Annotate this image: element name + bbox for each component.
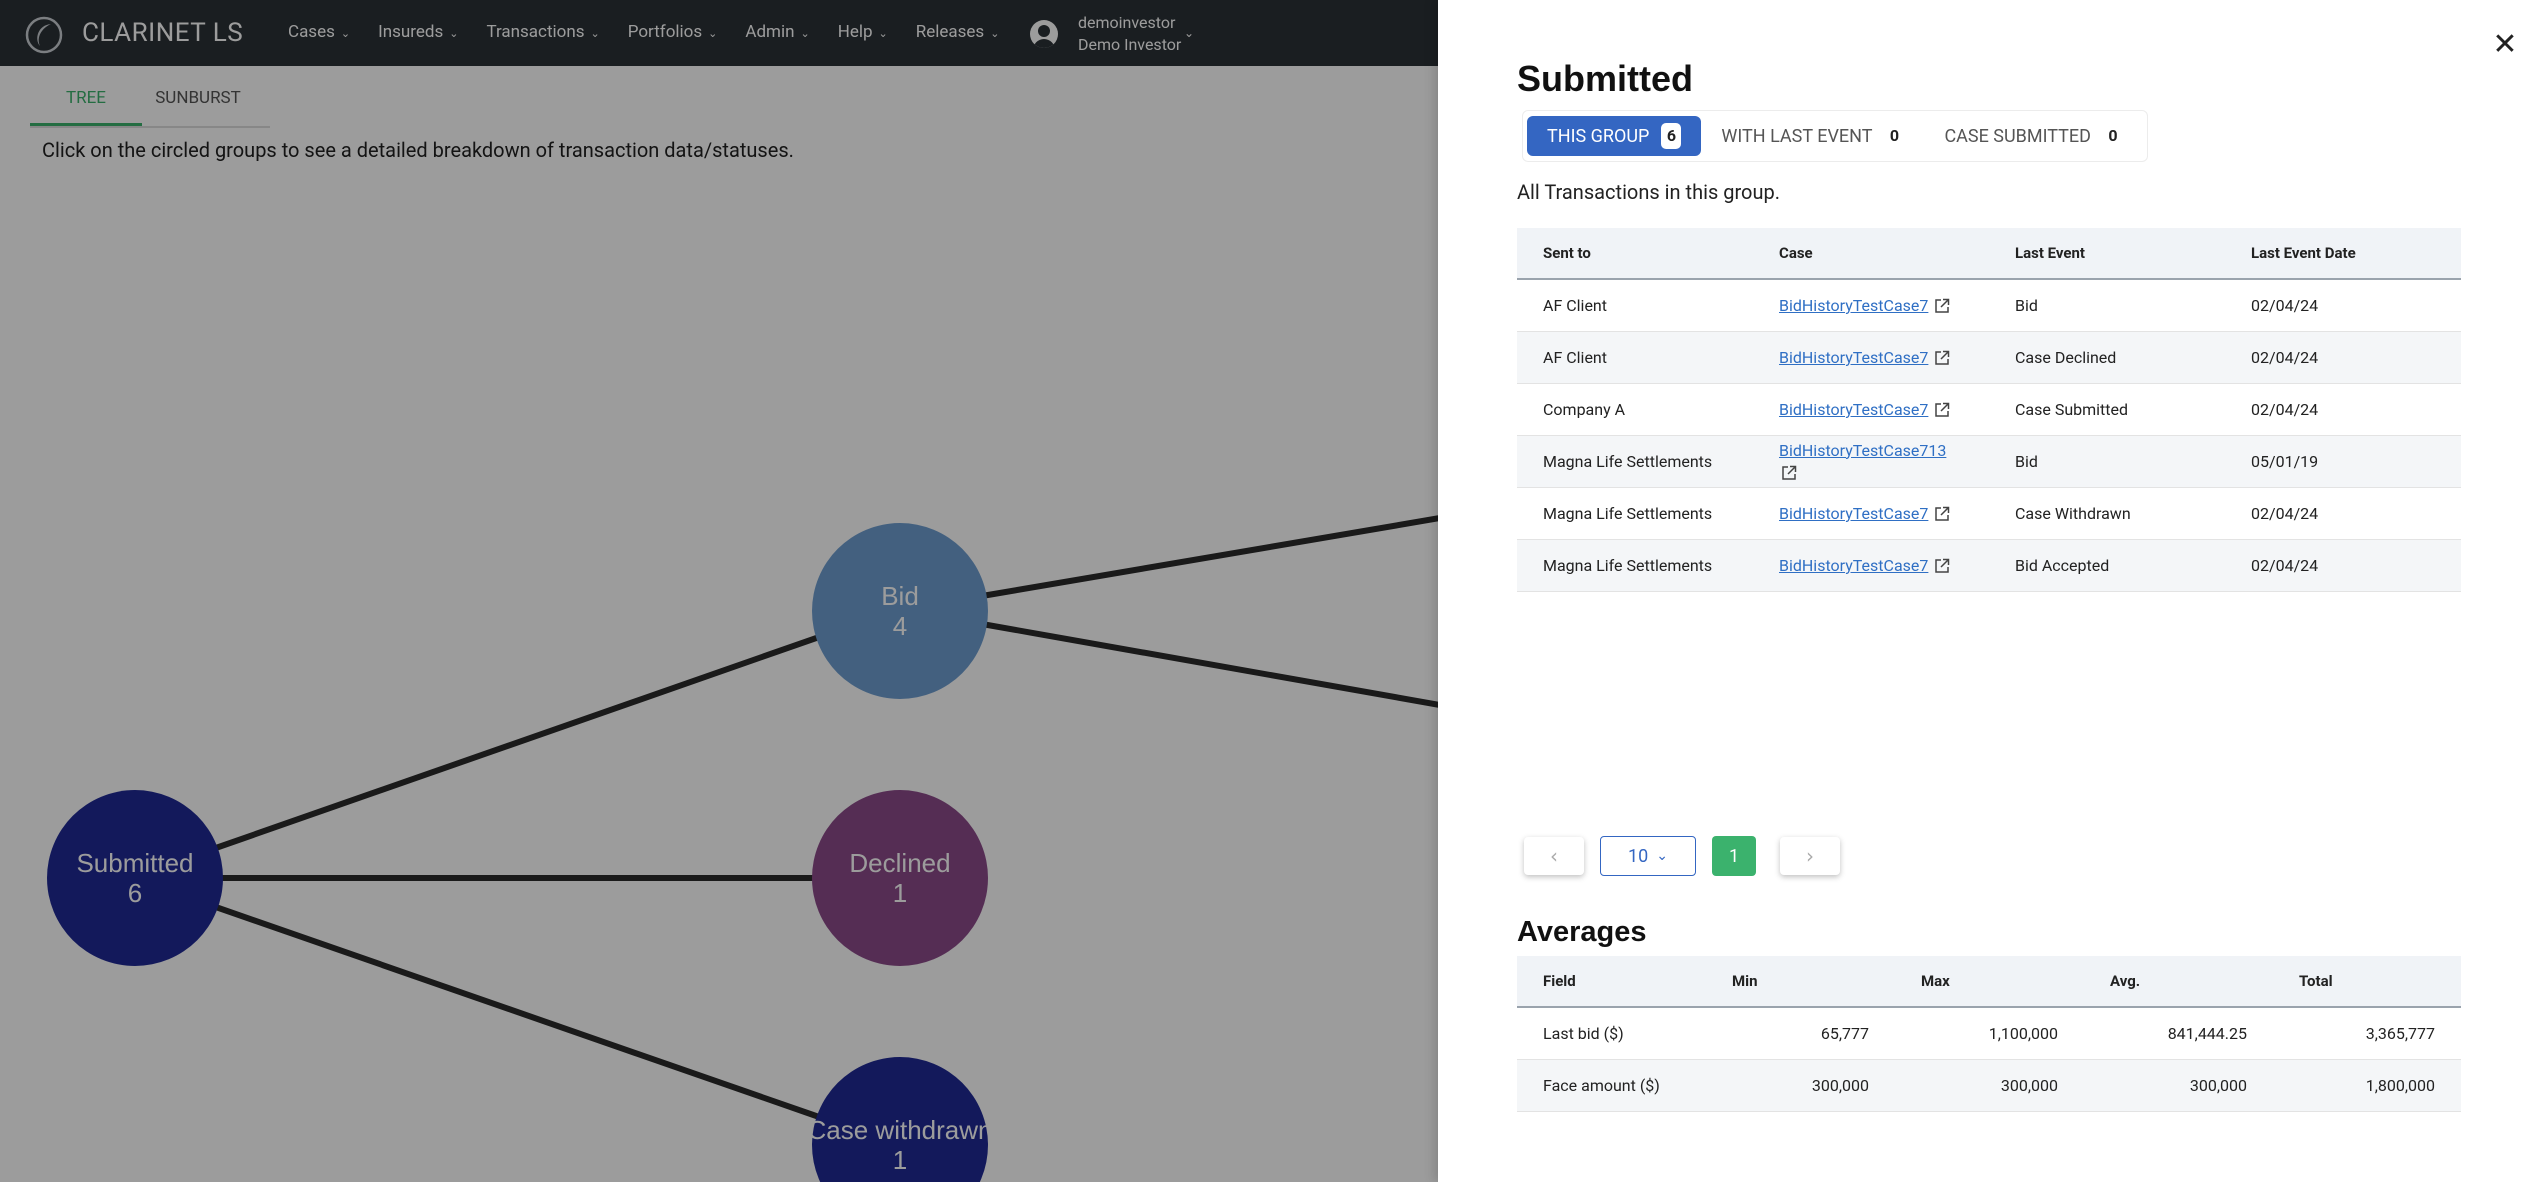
case-cell: BidHistoryTestCase7	[1753, 279, 1989, 332]
column-header[interactable]: Last Event	[1989, 228, 2225, 280]
sent-to-cell: Magna Life Settlements	[1517, 539, 1753, 592]
external-link-icon[interactable]	[1934, 558, 1950, 574]
table-row: Magna Life Settlements BidHistoryTestCas…	[1517, 435, 2461, 488]
last-event-cell: Case Submitted	[1989, 383, 2225, 436]
tab-label: WITH LAST EVENT	[1721, 125, 1873, 147]
date-cell: 05/01/19	[2225, 435, 2461, 488]
external-link-icon[interactable]	[1934, 506, 1950, 522]
case-link[interactable]: BidHistoryTestCase7	[1779, 348, 1928, 367]
table-description: All Transactions in this group.	[1517, 180, 1780, 204]
column-header: Total	[2273, 956, 2461, 1008]
column-header: Field	[1517, 956, 1706, 1008]
total-cell: 1,800,000	[2273, 1059, 2461, 1112]
group-filter-tabs: THIS GROUP 6 WITH LAST EVENT 0 CASE SUBMIT…	[1522, 110, 2148, 162]
count-badge: 6	[1661, 123, 1682, 149]
table-row: Magna Life Settlements BidHistoryTestCas…	[1517, 539, 2461, 592]
min-cell: 65,777	[1706, 1007, 1895, 1060]
table-row: AF Client BidHistoryTestCase7 Bid 02/04/…	[1517, 279, 2461, 332]
date-cell: 02/04/24	[2225, 331, 2461, 384]
case-link[interactable]: BidHistoryTestCase7	[1779, 556, 1928, 575]
case-cell: BidHistoryTestCase7	[1753, 331, 1989, 384]
chevron-left-icon: ‹	[1550, 844, 1558, 868]
averages-title: Averages	[1517, 916, 1647, 948]
tab-label: THIS GROUP	[1547, 125, 1650, 147]
case-link[interactable]: BidHistoryTestCase7	[1779, 400, 1928, 419]
prev-page-button[interactable]: ‹	[1524, 837, 1584, 875]
last-event-cell: Bid	[1989, 435, 2225, 488]
date-cell: 02/04/24	[2225, 383, 2461, 436]
count-badge: 0	[1884, 123, 1905, 149]
tab-case-submitted[interactable]: CASE SUBMITTED 0	[1924, 116, 2142, 156]
table-row: AF Client BidHistoryTestCase7 Case Decli…	[1517, 331, 2461, 384]
sent-to-cell: Magna Life Settlements	[1517, 487, 1753, 540]
tab-this-group[interactable]: THIS GROUP 6	[1527, 116, 1702, 156]
transactions-table: Sent to Case Last Event Last Event Date …	[1517, 228, 2461, 592]
case-link[interactable]: BidHistoryTestCase7	[1779, 504, 1928, 523]
date-cell: 02/04/24	[2225, 279, 2461, 332]
external-link-icon[interactable]	[1934, 350, 1950, 366]
table-row: Company A BidHistoryTestCase7 Case Submi…	[1517, 383, 2461, 436]
tab-with-last-event[interactable]: WITH LAST EVENT 0	[1701, 116, 1924, 156]
external-link-icon[interactable]	[1934, 298, 1950, 314]
external-link-icon[interactable]	[1934, 402, 1950, 418]
case-link[interactable]: BidHistoryTestCase7	[1779, 296, 1928, 315]
close-icon[interactable]: ✕	[2490, 30, 2520, 60]
case-link[interactable]: BidHistoryTestCase713	[1779, 441, 1946, 460]
column-header[interactable]: Sent to	[1517, 228, 1753, 280]
field-cell: Face amount ($)	[1517, 1059, 1706, 1112]
tab-label: CASE SUBMITTED	[1944, 125, 2091, 147]
chevron-down-icon: ⌄	[1656, 848, 1668, 864]
table-header-row: Field Min Max Avg. Total	[1517, 956, 2461, 1008]
avg-cell: 841,444.25	[2084, 1007, 2273, 1060]
last-event-cell: Bid	[1989, 279, 2225, 332]
min-cell: 300,000	[1706, 1059, 1895, 1112]
column-header[interactable]: Last Event Date	[2225, 228, 2461, 280]
last-event-cell: Case Withdrawn	[1989, 487, 2225, 540]
sent-to-cell: AF Client	[1517, 279, 1753, 332]
pagination: ‹ 10 ⌄ 1 ›	[1524, 836, 1840, 876]
drawer-title: Submitted	[1517, 58, 1693, 99]
page-number-button[interactable]: 1	[1712, 836, 1756, 876]
table-row: Magna Life Settlements BidHistoryTestCas…	[1517, 487, 2461, 540]
details-drawer: ✕ Submitted THIS GROUP 6 WITH LAST EVENT 0…	[1438, 0, 2528, 1182]
sent-to-cell: Company A	[1517, 383, 1753, 436]
table-row: Face amount ($) 300,000 300,000 300,000 …	[1517, 1059, 2461, 1112]
case-cell: BidHistoryTestCase7	[1753, 383, 1989, 436]
date-cell: 02/04/24	[2225, 487, 2461, 540]
page-size-select[interactable]: 10 ⌄	[1600, 836, 1696, 876]
next-page-button[interactable]: ›	[1780, 837, 1840, 875]
max-cell: 300,000	[1895, 1059, 2084, 1112]
case-cell: BidHistoryTestCase713	[1753, 435, 1989, 488]
case-cell: BidHistoryTestCase7	[1753, 539, 1989, 592]
column-header: Min	[1706, 956, 1895, 1008]
table-row: Last bid ($) 65,777 1,100,000 841,444.25…	[1517, 1007, 2461, 1060]
count-badge: 0	[2102, 123, 2123, 149]
column-header[interactable]: Case	[1753, 228, 1989, 280]
last-event-cell: Bid Accepted	[1989, 539, 2225, 592]
date-cell: 02/04/24	[2225, 539, 2461, 592]
column-header: Max	[1895, 956, 2084, 1008]
last-event-cell: Case Declined	[1989, 331, 2225, 384]
chevron-right-icon: ›	[1806, 844, 1814, 868]
table-header-row: Sent to Case Last Event Last Event Date	[1517, 228, 2461, 280]
external-link-icon[interactable]	[1781, 465, 1797, 481]
averages-table: Field Min Max Avg. Total Last bid ($) 65…	[1517, 956, 2461, 1112]
total-cell: 3,365,777	[2273, 1007, 2461, 1060]
avg-cell: 300,000	[2084, 1059, 2273, 1112]
sent-to-cell: AF Client	[1517, 331, 1753, 384]
max-cell: 1,100,000	[1895, 1007, 2084, 1060]
page-size-value: 10	[1628, 845, 1649, 867]
case-cell: BidHistoryTestCase7	[1753, 487, 1989, 540]
column-header: Avg.	[2084, 956, 2273, 1008]
field-cell: Last bid ($)	[1517, 1007, 1706, 1060]
sent-to-cell: Magna Life Settlements	[1517, 435, 1753, 488]
